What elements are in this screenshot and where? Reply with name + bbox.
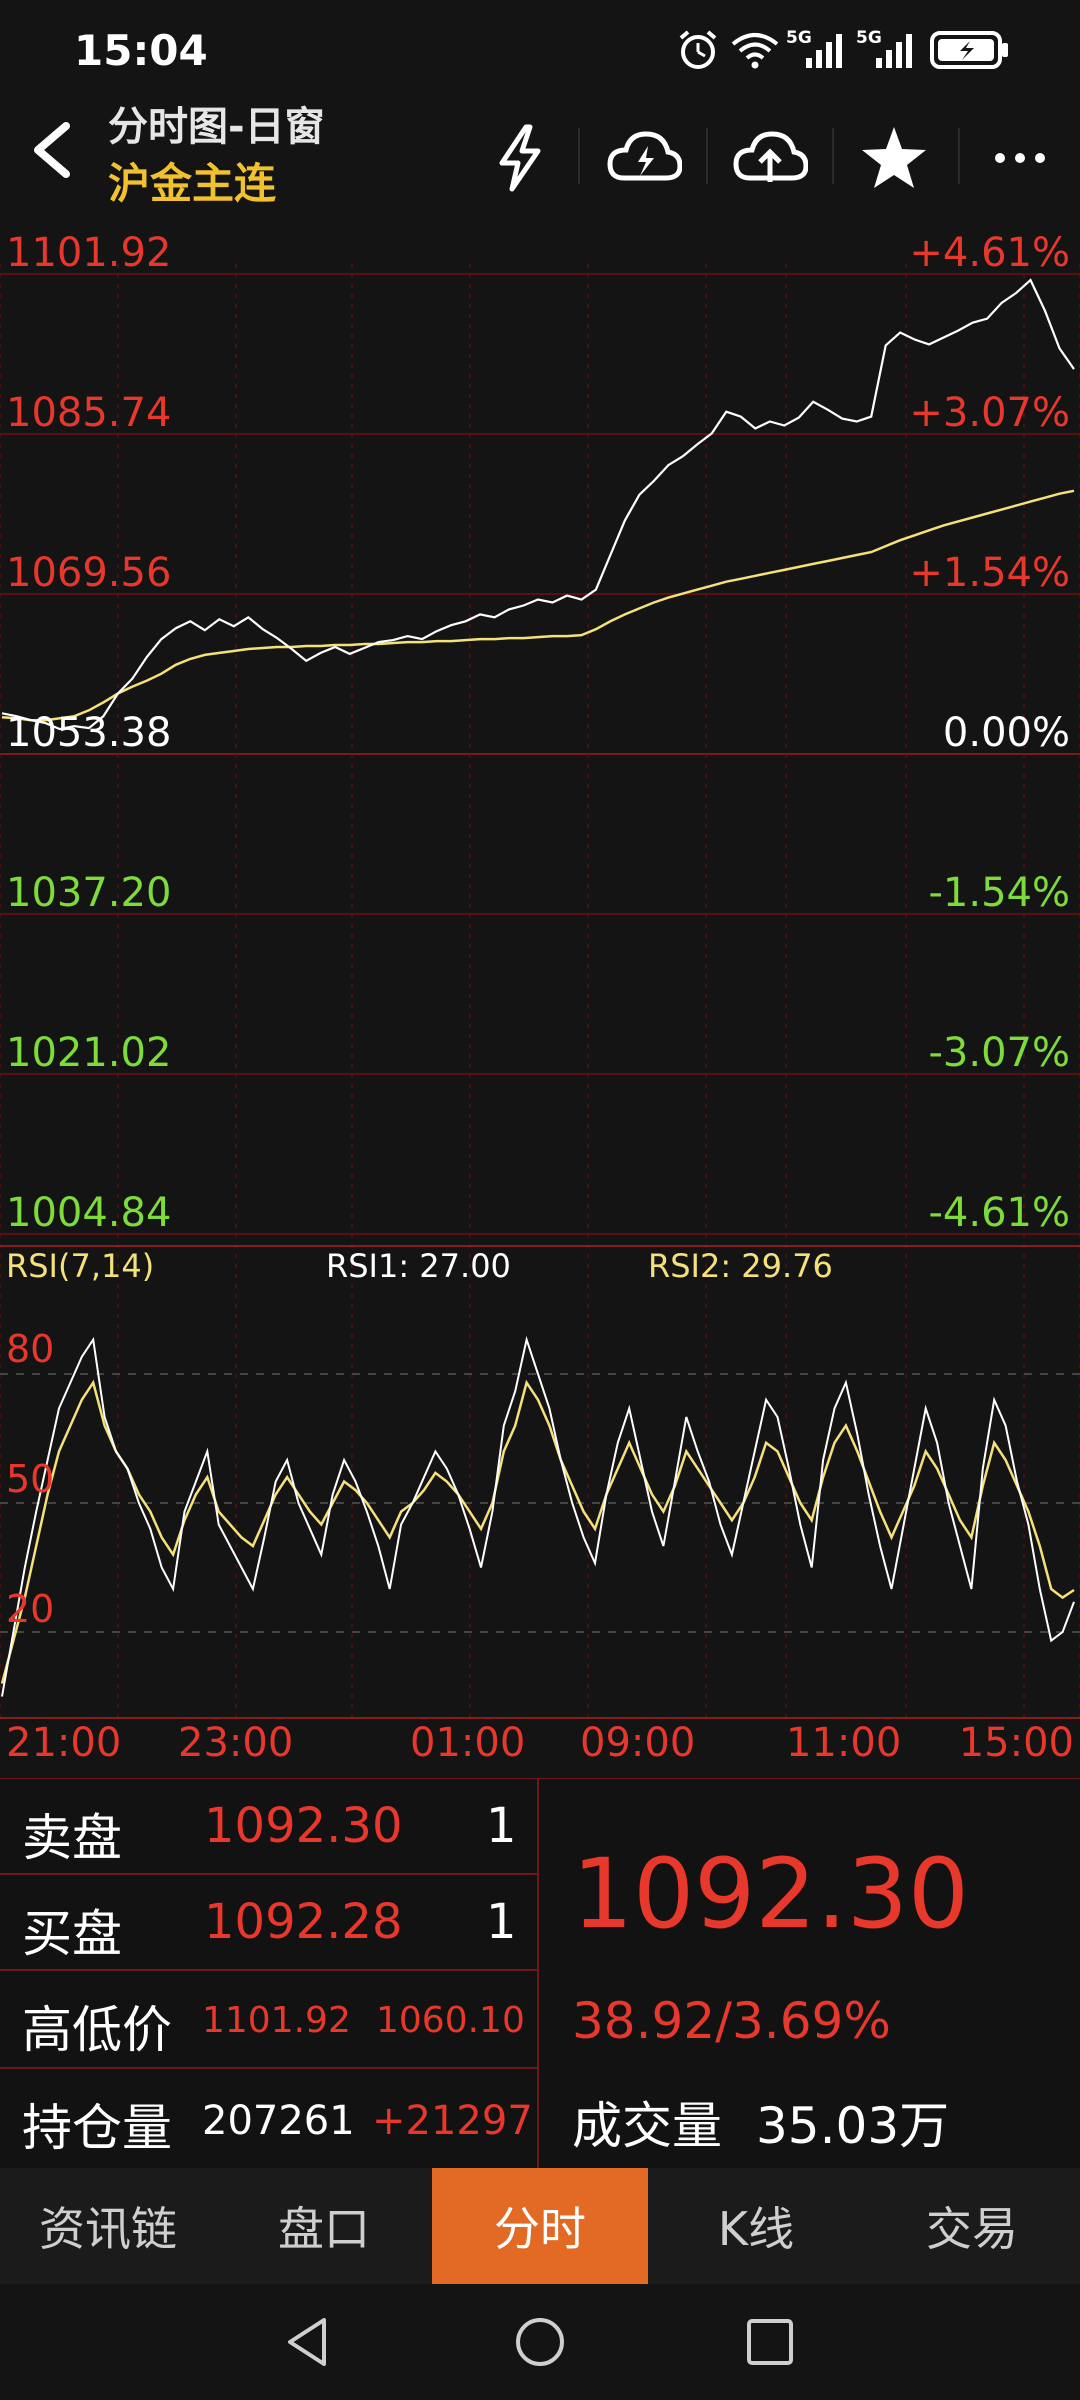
nav-recents-icon[interactable] (744, 2316, 796, 2368)
bottom-tab-bar: 资讯链 盘口 分时 K线 交易 (0, 2168, 1080, 2284)
price-label-3: 1053.38 (6, 710, 171, 756)
time-label: 23:00 (178, 1720, 293, 1766)
percent-label-0: +4.61% (909, 230, 1070, 276)
sell-label: 卖盘 (22, 1809, 122, 1867)
tab-intraday[interactable]: 分时 (432, 2168, 648, 2284)
system-nav-bar (0, 2284, 1080, 2400)
favorite-button[interactable] (846, 110, 942, 206)
percent-label-6: -4.61% (928, 1190, 1070, 1236)
price-label-4: 1037.20 (6, 870, 171, 916)
symbol-name: 沪金主连 (108, 159, 277, 208)
rsi1-value: RSI1: 27.00 (326, 1247, 511, 1285)
more-button[interactable] (972, 110, 1068, 206)
high-price: 1101.92 (202, 2000, 351, 2041)
percent-label-5: -3.07% (928, 1030, 1070, 1076)
buy-price: 1092.28 (204, 1894, 403, 1950)
cloud-upload-button[interactable] (722, 110, 818, 206)
signal-icon (806, 34, 842, 68)
rsi-level-80: 80 (6, 1327, 54, 1371)
time-label: 09:00 (580, 1720, 695, 1766)
percent-label-1: +3.07% (909, 390, 1070, 436)
toolbar-divider (706, 128, 708, 184)
percent-label-3: 0.00% (943, 710, 1070, 756)
price-label-6: 1004.84 (6, 1190, 171, 1236)
signal-icon (876, 34, 912, 68)
volume-label: 成交量 (572, 2097, 722, 2155)
time-label: 11:00 (786, 1720, 901, 1766)
percent-label-2: +1.54% (909, 550, 1070, 596)
chart-background (0, 216, 1080, 1778)
volume-value: 35.03万 (756, 2097, 950, 2155)
flash-button[interactable] (472, 110, 568, 206)
toolbar-divider (832, 128, 834, 184)
status-bar: 15:04 5G 5G (0, 0, 1080, 100)
open-interest-value: 207261 (202, 2098, 355, 2144)
toolbar-divider (958, 128, 960, 184)
alarm-icon (679, 30, 717, 69)
quote-panel: 卖盘 1092.30 1 买盘 1092.28 1 高低价 1101.92 10… (0, 1778, 1080, 2168)
lightning-icon (499, 124, 541, 192)
rsi-level-50: 50 (6, 1457, 54, 1501)
tab-order-book[interactable]: 盘口 (216, 2168, 432, 2284)
buy-label: 买盘 (22, 1905, 122, 1963)
price-label-0: 1101.92 (6, 230, 171, 276)
nav-home-icon[interactable] (512, 2314, 568, 2370)
toolbar-divider (578, 128, 580, 184)
status-time: 15:04 (74, 26, 208, 75)
price-label-1: 1085.74 (6, 390, 171, 436)
low-price: 1060.10 (376, 2000, 525, 2041)
time-label: 15:00 (959, 1720, 1074, 1766)
time-label: 01:00 (410, 1720, 525, 1766)
sell-price: 1092.30 (204, 1798, 403, 1854)
star-icon (862, 127, 926, 188)
percent-label-4: -1.54% (928, 870, 1070, 916)
cloud-upload-icon (733, 131, 808, 182)
page-title: 分时图-日窗 (108, 104, 325, 150)
more-dots-icon (995, 153, 1045, 163)
cloud-sync-button[interactable] (596, 110, 692, 206)
time-label: 21:00 (6, 1720, 121, 1766)
price-label-5: 1021.02 (6, 1030, 171, 1076)
open-interest-change: +21297 (372, 2098, 533, 2144)
tab-trade[interactable]: 交易 (864, 2168, 1080, 2284)
tab-news-chain[interactable]: 资讯链 (0, 2168, 216, 2284)
nav-back-icon[interactable] (282, 2314, 332, 2370)
back-arrow-icon[interactable] (22, 118, 86, 182)
rsi-title: RSI(7,14) (6, 1247, 154, 1285)
wifi-icon (731, 33, 779, 69)
open-interest-label: 持仓量 (22, 2099, 172, 2157)
battery-icon (930, 31, 1008, 69)
last-price: 1092.30 (572, 1838, 969, 1950)
hilo-label: 高低价 (22, 2001, 172, 2059)
cloud-flash-icon (607, 131, 682, 181)
sell-qty: 1 (486, 1798, 517, 1854)
rsi2-value: RSI2: 29.76 (648, 1247, 833, 1285)
buy-qty: 1 (486, 1894, 517, 1950)
price-change: 38.92/3.69% (572, 1992, 891, 2050)
tab-kline[interactable]: K线 (648, 2168, 864, 2284)
rsi-level-20: 20 (6, 1587, 54, 1631)
intraday-chart[interactable]: 1101.92 1085.74 1069.56 1053.38 1037.20 … (0, 216, 1080, 1778)
price-label-2: 1069.56 (6, 550, 171, 596)
